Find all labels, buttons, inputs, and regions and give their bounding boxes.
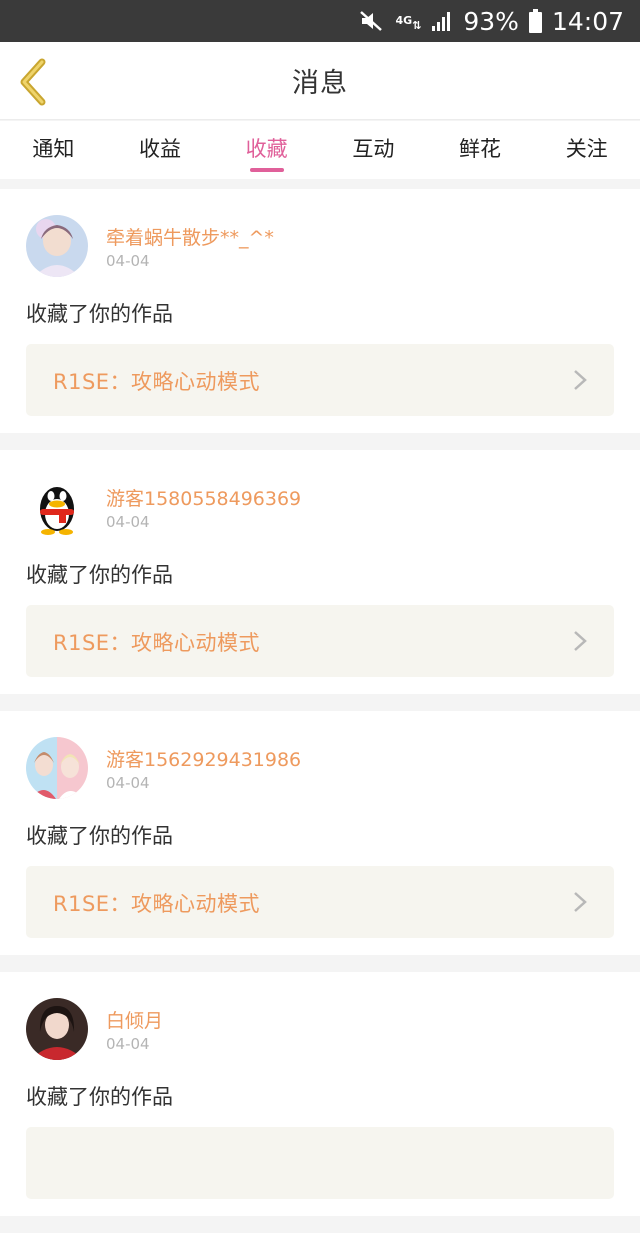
tab-flowers[interactable]: 鲜花 xyxy=(427,121,534,179)
tab-earnings[interactable]: 收益 xyxy=(107,121,214,179)
timestamp: 04-04 xyxy=(106,252,150,270)
battery-percent: 93% xyxy=(463,6,519,36)
list-item: 游客1562929431986 04-04 收藏了你的作品 R1SE：攻略心动模… xyxy=(0,711,640,955)
timestamp: 04-04 xyxy=(106,774,150,792)
message-list: 牵着蜗牛散步**_^* 04-04 收藏了你的作品 R1SE：攻略心动模式 游客… xyxy=(0,189,640,1233)
avatar[interactable] xyxy=(26,737,88,799)
username[interactable]: 游客1562929431986 xyxy=(106,745,301,772)
action-text: 收藏了你的作品 xyxy=(26,302,173,326)
header: 消息 xyxy=(0,42,640,120)
tab-favorites[interactable]: 收藏 xyxy=(213,121,320,179)
battery-icon xyxy=(528,9,542,33)
work-link[interactable]: R1SE：攻略心动模式 xyxy=(26,605,614,677)
list-item: 游客1580558496369 04-04 收藏了你的作品 R1SE：攻略心动模… xyxy=(0,450,640,694)
work-title: R1SE：攻略心动模式 xyxy=(53,631,261,655)
avatar[interactable] xyxy=(26,998,88,1060)
clock: 14:07 xyxy=(551,6,624,36)
tab-bar: 通知 收益 收藏 互动 鲜花 关注 xyxy=(0,121,640,179)
timestamp: 04-04 xyxy=(106,513,150,531)
status-bar: 4G ⇅ 93% 14:07 xyxy=(0,0,640,42)
chevron-left-icon xyxy=(20,58,46,106)
chevron-right-icon xyxy=(574,631,587,651)
work-title: R1SE：攻略心动模式 xyxy=(53,892,261,916)
tab-interactions[interactable]: 互动 xyxy=(320,121,427,179)
page-title: 消息 xyxy=(292,68,348,99)
action-text: 收藏了你的作品 xyxy=(26,824,173,848)
username[interactable]: 牵着蜗牛散步**_^* xyxy=(106,223,274,250)
network-type: 4G ⇅ xyxy=(395,14,422,32)
timestamp: 04-04 xyxy=(106,1035,150,1053)
tab-following[interactable]: 关注 xyxy=(533,121,640,179)
mute-icon xyxy=(359,9,385,33)
action-text: 收藏了你的作品 xyxy=(26,563,173,587)
work-link[interactable]: R1SE：攻略心动模式 xyxy=(26,344,614,416)
chevron-right-icon xyxy=(574,370,587,390)
username[interactable]: 白倾月 xyxy=(106,1006,163,1033)
work-title: R1SE：攻略心动模式 xyxy=(53,370,261,394)
tab-notifications[interactable]: 通知 xyxy=(0,121,107,179)
chevron-right-icon xyxy=(574,892,587,912)
action-text: 收藏了你的作品 xyxy=(26,1085,173,1109)
penguin-avatar-icon[interactable] xyxy=(26,476,88,538)
list-item: 白倾月 04-04 收藏了你的作品 xyxy=(0,972,640,1216)
username[interactable]: 游客1580558496369 xyxy=(106,484,301,511)
avatar[interactable] xyxy=(26,215,88,277)
back-button[interactable] xyxy=(14,56,64,106)
signal-icon xyxy=(431,10,453,32)
list-item: 牵着蜗牛散步**_^* 04-04 收藏了你的作品 R1SE：攻略心动模式 xyxy=(0,189,640,433)
work-link[interactable]: R1SE：攻略心动模式 xyxy=(26,866,614,938)
